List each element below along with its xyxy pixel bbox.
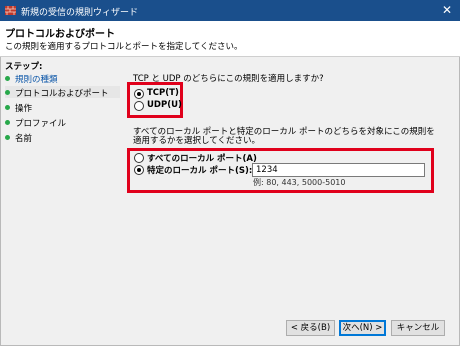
radio-button[interactable] <box>134 153 144 163</box>
udp-radio-label: UDP(U) <box>147 100 182 110</box>
close-icon[interactable]: ✕ <box>442 3 452 17</box>
next-button[interactable]: 次へ(N) > <box>339 320 386 336</box>
wizard-body: ステップ: 規則の種類 プロトコルおよびポート 操作 プロファイル 名前 TCP… <box>0 57 460 346</box>
step-bullet-icon <box>5 120 10 125</box>
step-label: プロトコルおよびポート <box>15 89 109 99</box>
port-example-hint: 例: 80, 443, 5000-5010 <box>253 178 346 187</box>
title-bar: 新規の受信の規則ウィザード ✕ <box>0 0 460 21</box>
page-title: プロトコルおよびポート <box>5 29 115 40</box>
back-button[interactable]: < 戻る(B) <box>286 320 335 336</box>
step-label: 規則の種類 <box>15 75 58 85</box>
cancel-button[interactable]: キャンセル <box>391 320 445 336</box>
wizard-header: プロトコルおよびポート この規則を適用するプロトコルとポートを指定してください。 <box>0 21 460 57</box>
step-bullet-icon <box>5 76 10 81</box>
window-title: 新規の受信の規則ウィザード <box>21 8 139 18</box>
radio-button[interactable] <box>134 89 144 99</box>
port-number-input[interactable]: 1234 <box>252 163 425 177</box>
ports-question: すべてのローカル ポートと特定のローカル ポートのどちらを対象にこの規則を適用す… <box>133 127 435 146</box>
page-subtitle: この規則を適用するプロトコルとポートを指定してください。 <box>5 42 243 52</box>
step-bullet-icon <box>5 135 10 140</box>
step-label: 操作 <box>15 104 33 114</box>
step-name[interactable]: 名前 <box>5 131 120 144</box>
step-profile[interactable]: プロファイル <box>5 116 120 129</box>
step-bullet-icon <box>5 90 10 95</box>
radio-button[interactable] <box>134 101 144 111</box>
firewall-app-icon <box>5 6 16 15</box>
step-rule-type[interactable]: 規則の種類 <box>5 72 120 85</box>
specific-ports-radio-label: 特定のローカル ポート(S): <box>147 166 253 176</box>
step-protocol-and-ports[interactable]: プロトコルおよびポート <box>5 86 120 99</box>
steps-heading: ステップ: <box>5 62 43 72</box>
radio-button[interactable] <box>134 165 144 175</box>
step-bullet-icon <box>5 105 10 110</box>
step-action[interactable]: 操作 <box>5 101 120 114</box>
all-ports-radio-label: すべてのローカル ポート(A) <box>147 154 257 164</box>
step-label: プロファイル <box>15 119 67 129</box>
step-label: 名前 <box>15 134 33 144</box>
tcp-radio-label: TCP(T) <box>147 88 179 98</box>
